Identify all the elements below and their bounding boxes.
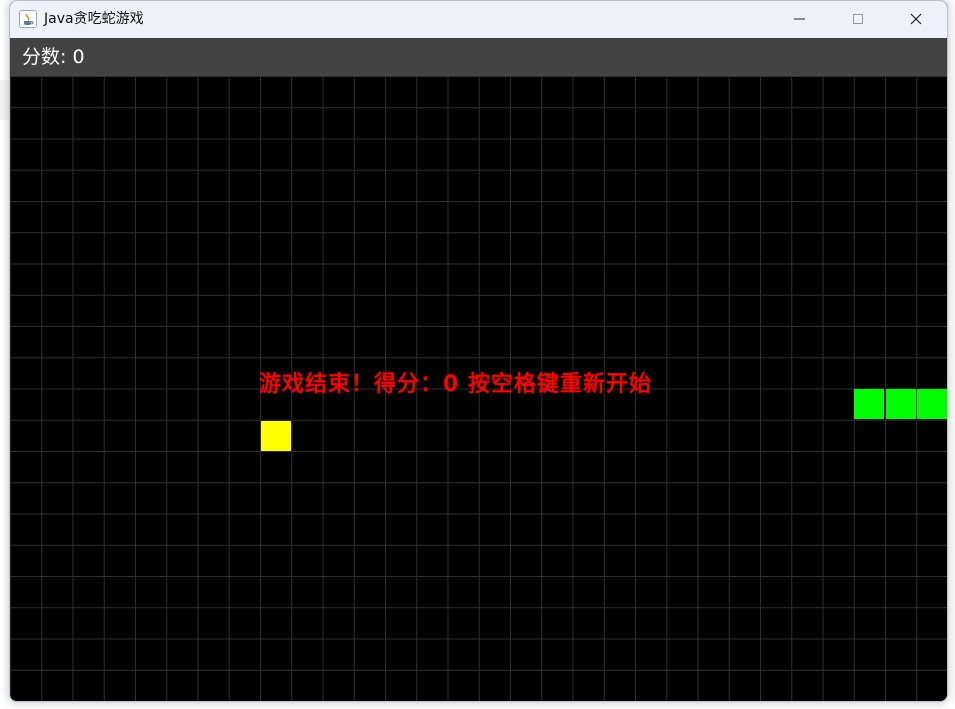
food-cell [261,421,291,451]
snake-segment [886,389,916,419]
maximize-icon [853,14,863,24]
close-button[interactable] [887,1,945,38]
desktop-background [0,80,9,120]
window-title: Java贪吃蛇游戏 [44,11,144,27]
java-app-icon[interactable] [19,10,37,28]
game-window: Java贪吃蛇游戏 分数: 0 游戏结束！得分：0 按空格键重新开始 [9,0,948,702]
game-board[interactable]: 游戏结束！得分：0 按空格键重新开始 [10,76,947,701]
snake-segment [854,389,884,419]
maximize-button[interactable] [829,1,887,38]
minimize-icon [794,18,805,20]
title-bar[interactable]: Java贪吃蛇游戏 [10,1,947,38]
score-bar: 分数: 0 [10,38,947,76]
score-label: 分数: 0 [22,46,85,68]
game-over-message: 游戏结束！得分：0 按空格键重新开始 [259,372,652,397]
close-icon [910,13,922,25]
snake-segment [917,389,947,419]
minimize-button[interactable] [771,1,829,38]
